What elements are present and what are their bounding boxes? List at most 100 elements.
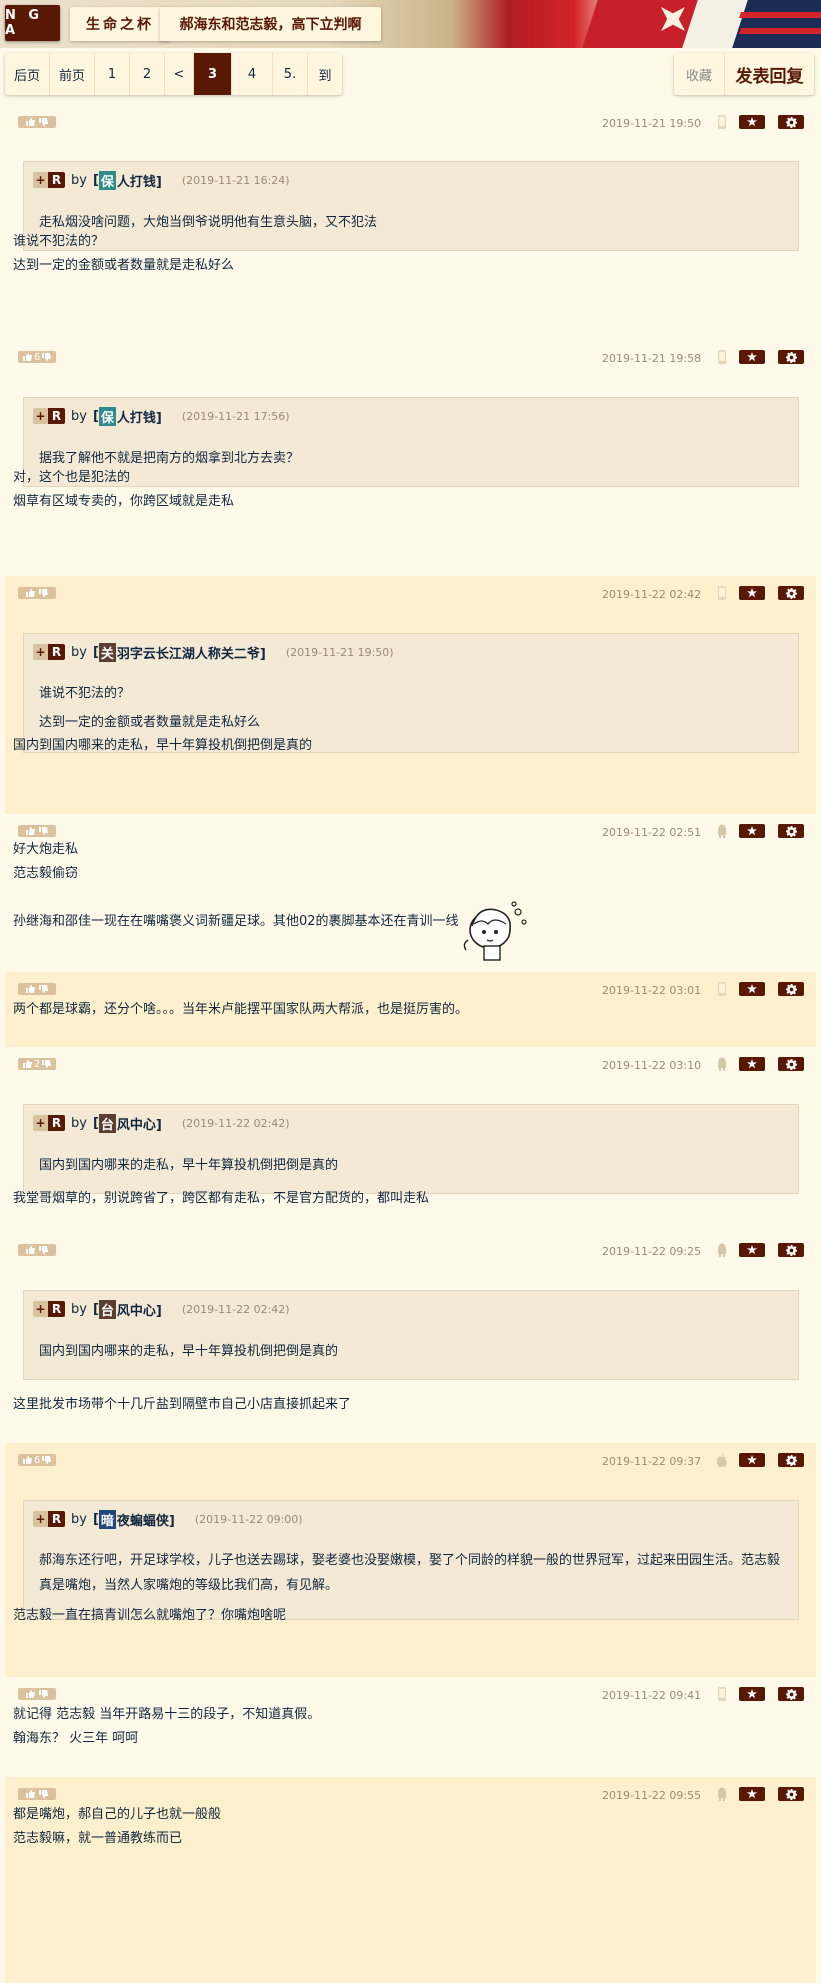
- vote-buttons[interactable]: 6: [18, 351, 56, 363]
- star-icon: [747, 1455, 757, 1465]
- page-4-button[interactable]: 4: [232, 53, 273, 95]
- post-options-button[interactable]: [778, 1453, 804, 1467]
- breadcrumb-topic[interactable]: 郝海东和范志毅，高下立判啊: [160, 7, 381, 41]
- thumb-up-icon: [26, 827, 35, 835]
- gear-icon: [785, 1688, 797, 1700]
- favorite-post-button[interactable]: [739, 1453, 765, 1467]
- quote-block: + Rby[台风中心] (2019-11-22 02:42) 国内到国内哪来的走私，早…: [23, 1290, 799, 1380]
- plus-icon[interactable]: +: [33, 172, 48, 188]
- post-options-button[interactable]: [778, 1787, 804, 1801]
- android-icon: [718, 1243, 726, 1257]
- quote-by-label: by: [71, 1301, 87, 1317]
- favorite-post-button[interactable]: [739, 115, 765, 129]
- quote-username[interactable]: [暗夜蝙蝠侠]: [93, 1509, 175, 1529]
- reply-r-icon[interactable]: R: [48, 408, 65, 424]
- reply-r-icon[interactable]: R: [48, 644, 65, 660]
- page-1-button[interactable]: 1: [95, 53, 130, 95]
- vote-count: 6: [33, 1454, 41, 1466]
- quote-username[interactable]: [关羽字云长江湖人称关二爷]: [93, 642, 266, 662]
- prev-page-button[interactable]: 前页: [50, 53, 95, 95]
- reply-r-icon[interactable]: R: [48, 172, 65, 188]
- vote-buttons[interactable]: [18, 825, 56, 837]
- vote-buttons[interactable]: 6: [18, 1454, 56, 1466]
- quote-actions[interactable]: + R: [33, 1511, 65, 1527]
- star-icon: [747, 1689, 757, 1699]
- star-icon: [747, 1059, 757, 1069]
- thumb-down-icon: [39, 1690, 48, 1698]
- vote-buttons[interactable]: [18, 1788, 56, 1800]
- post-reply: 2019-11-22 09:55 都是嘴炮，郝自己的儿子也就一般般 范志毅嘛，就一普…: [5, 1777, 816, 1983]
- post-meta: 6 2019-11-21 19:58: [5, 340, 816, 374]
- thumb-down-icon: [42, 1060, 52, 1068]
- post-options-button[interactable]: [778, 1243, 804, 1257]
- quote-text: 达到一定的金额或者数量就是走私好么: [39, 715, 261, 730]
- favorite-post-button[interactable]: [739, 1687, 765, 1701]
- post-options-button[interactable]: [778, 1687, 804, 1701]
- post-date: 2019-11-21 19:50: [602, 117, 702, 130]
- thumb-down-icon: [39, 827, 48, 835]
- quote-time: (2019-11-21 17:56): [181, 409, 290, 423]
- quote-username[interactable]: [台风中心]: [93, 1299, 162, 1319]
- vote-buttons[interactable]: 2: [18, 1058, 56, 1070]
- page-2-button[interactable]: 2: [130, 53, 165, 95]
- quote-text: 谁说不犯法的？: [39, 686, 131, 701]
- plus-icon[interactable]: +: [33, 644, 48, 660]
- post-options-button[interactable]: [778, 350, 804, 364]
- favorite-post-button[interactable]: [739, 824, 765, 838]
- quote-username[interactable]: [保人打钱]: [93, 406, 162, 426]
- reply-r-icon[interactable]: R: [48, 1301, 65, 1317]
- vote-buttons[interactable]: [18, 1688, 56, 1700]
- reply-r-icon[interactable]: R: [48, 1511, 65, 1527]
- favorite-post-button[interactable]: [739, 586, 765, 600]
- post-options-button[interactable]: [778, 586, 804, 600]
- breadcrumb-forum[interactable]: 生命之杯: [70, 7, 170, 41]
- quote-actions[interactable]: + R: [33, 644, 65, 660]
- next-page-button[interactable]: 后页: [5, 53, 50, 95]
- post-date: 2019-11-22 02:42: [602, 588, 702, 601]
- vote-buttons[interactable]: [18, 1244, 56, 1256]
- thumb-up-icon: [26, 118, 35, 126]
- post-meta: 2019-11-22 09:25: [5, 1233, 816, 1267]
- thumb-up-icon: [26, 1246, 35, 1254]
- goto-page-button[interactable]: 到: [308, 53, 342, 95]
- favorite-post-button[interactable]: [739, 350, 765, 364]
- quote-username[interactable]: [保人打钱]: [93, 170, 162, 190]
- post-options-button[interactable]: [778, 982, 804, 996]
- vote-buttons[interactable]: [18, 983, 56, 995]
- quote-actions[interactable]: + R: [33, 172, 65, 188]
- post-options-button[interactable]: [778, 1057, 804, 1071]
- page-5-button[interactable]: 5.: [273, 53, 308, 95]
- post-options-button[interactable]: [778, 115, 804, 129]
- quote-actions[interactable]: + R: [33, 1115, 65, 1131]
- plus-icon[interactable]: +: [33, 1511, 48, 1527]
- post-reply-button[interactable]: 发表回复: [725, 53, 814, 95]
- quote-actions[interactable]: + R: [33, 408, 65, 424]
- quote-time: (2019-11-22 02:42): [181, 1302, 290, 1316]
- site-logo[interactable]: N G A: [5, 5, 60, 41]
- post-options-button[interactable]: [778, 824, 804, 838]
- plus-icon[interactable]: +: [33, 1115, 48, 1131]
- post-content-line: 烟草有区域专卖的，你跨区域就是走私: [13, 494, 235, 509]
- reply-r-icon[interactable]: R: [48, 1115, 65, 1131]
- plus-icon[interactable]: +: [33, 408, 48, 424]
- quote-time: (2019-11-21 16:24): [181, 173, 290, 187]
- post-date: 2019-11-22 02:51: [602, 826, 702, 839]
- post-content-line: 范志毅偷窃: [13, 866, 79, 881]
- post-content-line: 谁说不犯法的？: [13, 234, 105, 249]
- page-3-current[interactable]: 3: [194, 53, 232, 95]
- pagination: 后页 前页 1 2 < 3 4 5. 到: [5, 53, 342, 95]
- vote-buttons[interactable]: [18, 116, 56, 128]
- favorite-post-button[interactable]: [739, 1787, 765, 1801]
- vote-buttons[interactable]: [18, 587, 56, 599]
- quote-actions[interactable]: + R: [33, 1301, 65, 1317]
- favorite-button[interactable]: 收藏: [674, 53, 725, 95]
- favorite-post-button[interactable]: [739, 1243, 765, 1257]
- favorite-post-button[interactable]: [739, 982, 765, 996]
- favorite-post-button[interactable]: [739, 1057, 765, 1071]
- star-icon: [747, 826, 757, 836]
- page-back-button[interactable]: <: [165, 53, 194, 95]
- quote-username[interactable]: [台风中心]: [93, 1113, 162, 1133]
- plus-icon[interactable]: +: [33, 1301, 48, 1317]
- quote-by-label: by: [71, 408, 87, 424]
- quote-block: + Rby[保人打钱] (2019-11-21 16:24) 走私烟没啥问题，大炮当倒…: [23, 161, 799, 251]
